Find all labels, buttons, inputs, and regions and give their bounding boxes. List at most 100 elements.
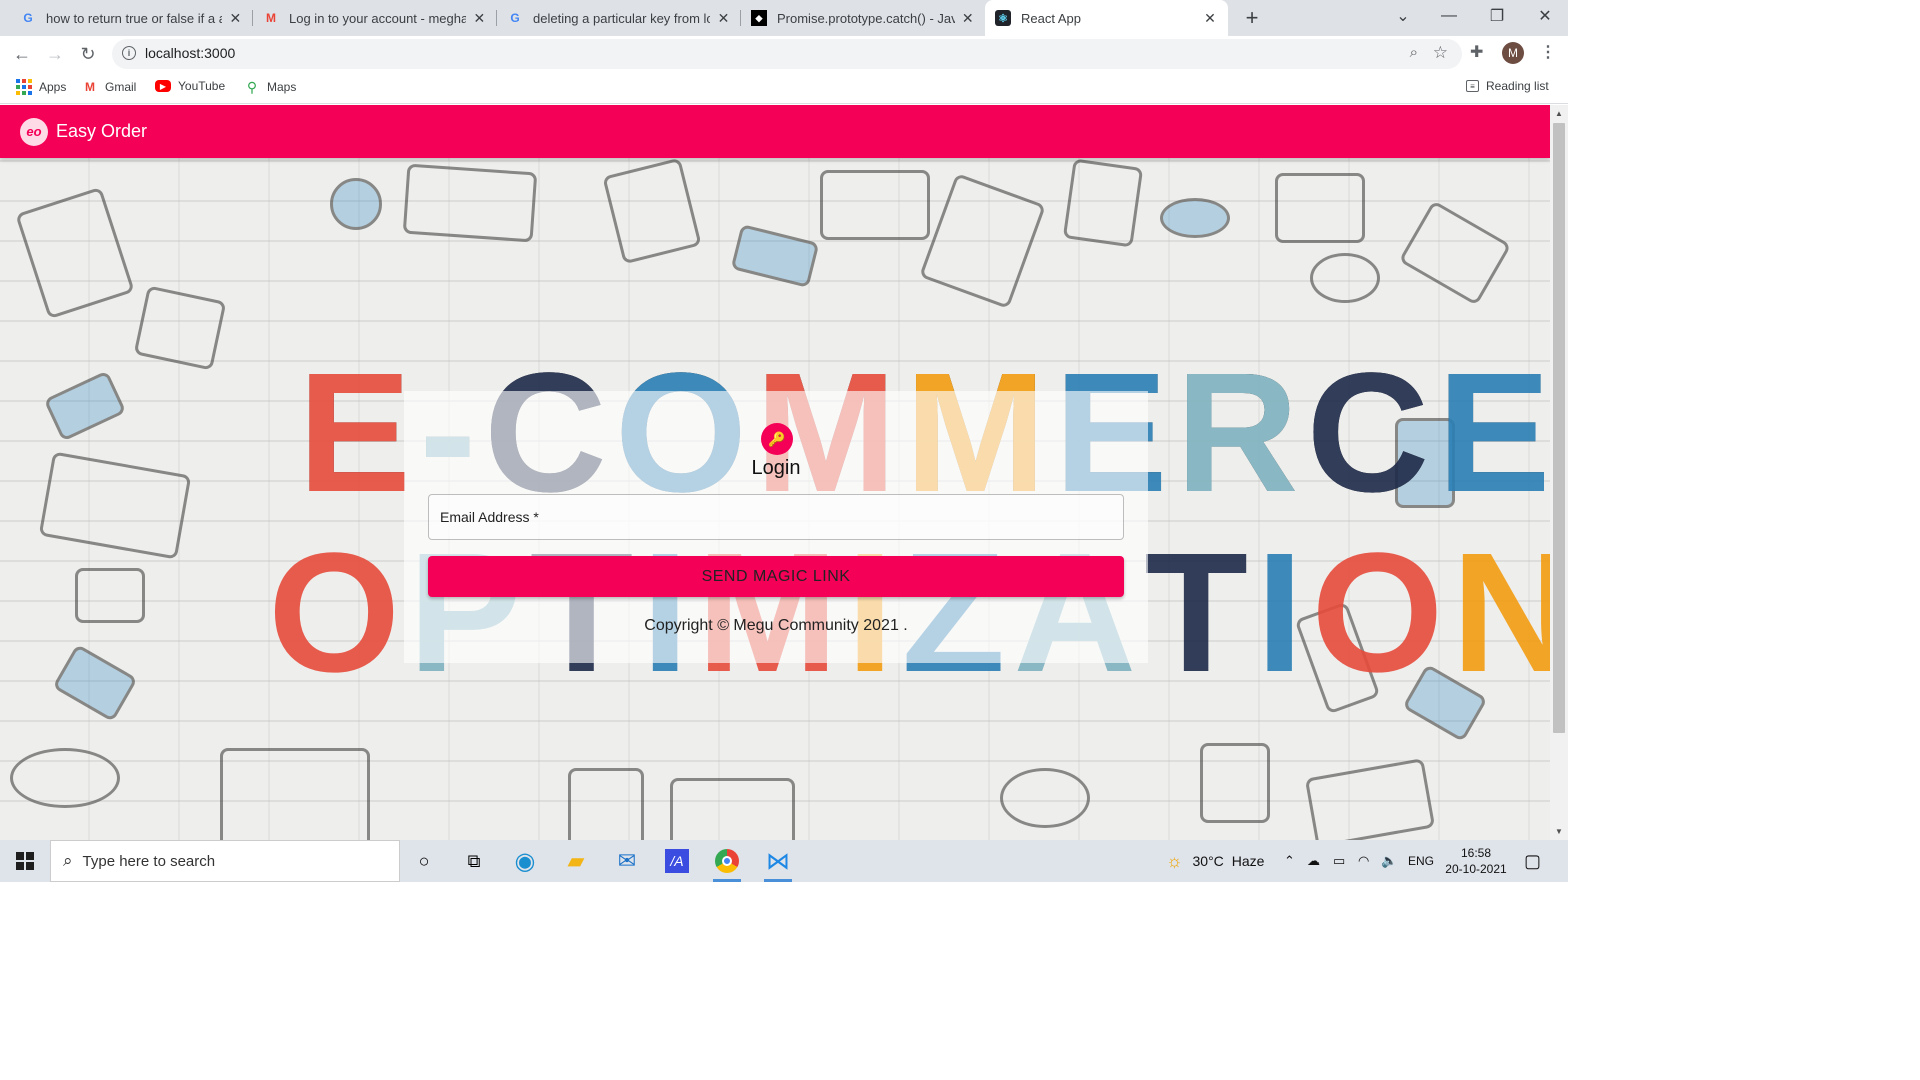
vscode-icon[interactable]: ⋈ xyxy=(762,845,794,882)
bookmark-gmail[interactable]: M Gmail xyxy=(82,79,136,95)
doodle-icon xyxy=(220,748,370,840)
profile-avatar[interactable]: M xyxy=(1502,42,1524,64)
gmail-icon: M xyxy=(85,80,95,94)
weather-widget[interactable]: ☼ 30°C Haze xyxy=(1166,840,1264,882)
notifications-icon[interactable]: ▢ xyxy=(1524,840,1541,882)
close-tab-icon[interactable]: ✕ xyxy=(716,10,731,26)
url-text[interactable]: localhost:3000 xyxy=(145,45,235,61)
chrome-icon[interactable] xyxy=(711,845,743,882)
tab-title: Promise.prototype.catch() - JavaS xyxy=(777,10,955,26)
tab-title: Log in to your account - meghas xyxy=(289,10,466,26)
scroll-down-icon[interactable]: ▼ xyxy=(1555,827,1563,836)
search-placeholder: Type here to search xyxy=(82,852,216,870)
reading-list-button[interactable]: ≡ Reading list xyxy=(1466,79,1549,93)
doodle-icon xyxy=(820,170,930,240)
file-explorer-icon[interactable]: ▰ xyxy=(560,845,592,877)
back-icon[interactable]: ← xyxy=(10,42,34,66)
hero-letter: O xyxy=(1311,518,1452,708)
weather-temp: 30°C xyxy=(1192,853,1224,869)
task-view-icon[interactable]: ⧉ xyxy=(458,845,490,877)
doodle-icon xyxy=(38,451,192,560)
hero-letter: E xyxy=(298,338,420,528)
doodle-icon xyxy=(919,173,1046,309)
doodle-icon xyxy=(568,768,644,840)
zoom-icon[interactable]: ⌕ xyxy=(1410,44,1418,61)
email-field[interactable]: Email Address * xyxy=(428,494,1124,540)
app-header: eo Easy Order xyxy=(0,105,1550,158)
reload-icon[interactable]: ↻ xyxy=(76,42,100,66)
close-tab-icon[interactable]: ✕ xyxy=(228,10,243,26)
mail-icon[interactable]: ✉ xyxy=(611,845,643,877)
show-hidden-icons[interactable]: ⌃ xyxy=(1284,840,1295,882)
login-card: 🔑 Login Email Address * SEND MAGIC LINK … xyxy=(404,391,1148,663)
battery-icon[interactable]: ▭ xyxy=(1333,840,1345,882)
doodle-icon xyxy=(1398,200,1512,306)
doodle-icon xyxy=(75,568,145,623)
page-scrollbar[interactable]: ▲ ▼ xyxy=(1550,105,1568,840)
volume-icon[interactable]: 🔈 xyxy=(1381,840,1397,882)
start-button[interactable] xyxy=(0,840,50,882)
doodle-icon xyxy=(1304,758,1436,840)
cortana-icon[interactable]: ○ xyxy=(408,845,440,877)
gmail-icon: M xyxy=(266,11,276,25)
browser-tab[interactable]: M Log in to your account - meghas ✕ xyxy=(253,0,497,36)
scroll-thumb[interactable] xyxy=(1553,123,1565,733)
hero-letter: I xyxy=(1256,518,1312,708)
hero-letter: N xyxy=(1451,518,1551,708)
language-indicator[interactable]: ENG xyxy=(1408,840,1434,882)
menu-icon[interactable]: ⋮ xyxy=(1540,42,1556,62)
bookmark-youtube[interactable]: ▶ YouTube xyxy=(155,79,225,93)
google-icon: G xyxy=(510,11,520,25)
browser-tab[interactable]: G deleting a particular key from loc ✕ xyxy=(497,0,741,36)
tab-title: deleting a particular key from loc xyxy=(533,10,710,26)
doodle-icon xyxy=(1062,158,1144,248)
wifi-icon[interactable]: ◠ xyxy=(1358,840,1369,882)
tab-search-icon[interactable]: ⌄ xyxy=(1380,0,1426,32)
scroll-up-icon[interactable]: ▲ xyxy=(1555,109,1563,118)
maximize-icon[interactable]: ❐ xyxy=(1474,0,1520,32)
youtube-icon: ▶ xyxy=(155,80,171,92)
taskbar-search[interactable]: ⌕ Type here to search xyxy=(50,840,400,882)
doodle-icon xyxy=(602,157,702,265)
brand-logo[interactable]: eo xyxy=(20,117,48,146)
browser-tab[interactable]: G how to return true or false if a ar ✕ xyxy=(10,0,253,36)
browser-toolbar: ← → ↻ i localhost:3000 ⌕ ☆ xyxy=(0,36,1568,72)
browser-tab[interactable]: ◆ Promise.prototype.catch() - JavaS ✕ xyxy=(741,0,985,36)
doodle-icon xyxy=(1275,173,1365,243)
page-viewport: eo Easy Order E-COMMERCE xyxy=(0,105,1550,840)
close-tab-icon[interactable]: ✕ xyxy=(961,10,975,26)
app-icon[interactable]: /A xyxy=(661,845,693,877)
reading-list-icon: ≡ xyxy=(1466,80,1479,92)
browser-tab-active[interactable]: ⚛ React App ✕ xyxy=(985,0,1228,36)
brand-name[interactable]: Easy Order xyxy=(56,121,147,142)
minimize-icon[interactable]: — xyxy=(1426,0,1472,32)
clock-date: 20-10-2021 xyxy=(1445,862,1507,876)
key-icon: 🔑 xyxy=(761,423,793,455)
hero-letter: T xyxy=(1144,518,1257,708)
google-icon: G xyxy=(23,11,33,25)
close-tab-icon[interactable]: ✕ xyxy=(472,10,487,26)
doodle-icon xyxy=(10,748,120,808)
windows-taskbar: ⌕ Type here to search ○ ⧉ ◉ ▰ ✉ /A ⋈ ☼ 3… xyxy=(0,840,1568,882)
new-tab-icon[interactable]: + xyxy=(1240,5,1264,30)
extensions-icon[interactable]: ✚ xyxy=(1470,42,1483,62)
hero-letter: E xyxy=(1437,338,1550,528)
bookmark-maps[interactable]: ⚲ Maps xyxy=(244,79,296,95)
close-window-icon[interactable]: ✕ xyxy=(1522,0,1568,32)
site-info-icon[interactable]: i xyxy=(122,46,136,60)
hero-letter: C xyxy=(1306,338,1438,528)
forward-icon[interactable]: → xyxy=(43,42,67,66)
copyright-text: Copyright © Megu Community 2021 . xyxy=(644,617,908,634)
close-tab-icon[interactable]: ✕ xyxy=(1202,10,1218,26)
hero-letter: O xyxy=(268,518,409,708)
system-clock[interactable]: 16:58 20-10-2021 xyxy=(1444,845,1508,877)
email-field-label: Email Address * xyxy=(440,509,539,525)
edge-icon[interactable]: ◉ xyxy=(509,845,541,877)
clock-time: 16:58 xyxy=(1460,846,1492,860)
onedrive-icon[interactable]: ☁ xyxy=(1307,840,1320,882)
bookmark-star-icon[interactable]: ☆ xyxy=(1433,43,1448,63)
address-bar[interactable]: i localhost:3000 ⌕ ☆ xyxy=(112,39,1462,69)
bookmark-apps[interactable]: Apps xyxy=(16,79,66,95)
send-magic-link-button[interactable]: SEND MAGIC LINK xyxy=(428,556,1124,597)
bookmark-label: Gmail xyxy=(105,80,137,94)
